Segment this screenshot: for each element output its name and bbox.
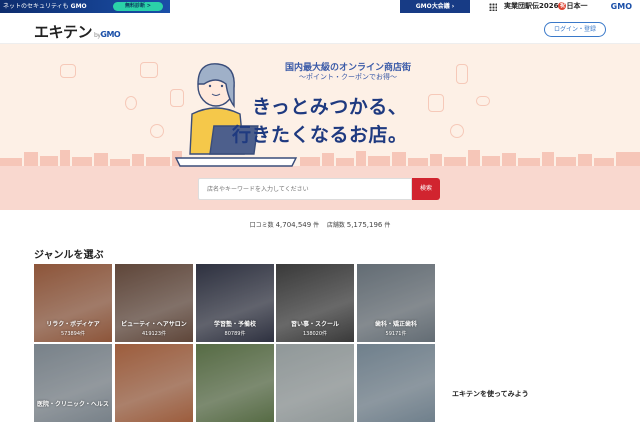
gmo-logo: GMO [70, 3, 87, 10]
genre-tile-clinic[interactable]: 医院・クリニック・ヘルス [34, 344, 112, 422]
search-bar: 検索 [198, 178, 442, 200]
bottle-doodle [456, 64, 468, 84]
genre-tile-living[interactable] [276, 344, 354, 422]
sidebar-title: エキテンを使ってみよう [452, 390, 529, 398]
genre-label: 医院・クリニック・ヘルス [37, 401, 109, 408]
genre-count: 573894件 [60, 331, 86, 337]
shirt-doodle [140, 62, 158, 78]
genre-label: 習い事・スクール [290, 321, 339, 328]
hero-catchcopy-line2: 行きたくなるお店。 [232, 124, 408, 146]
reviews-count-value: 4,704,549 [275, 221, 312, 229]
genre-count: 419123件 [141, 331, 167, 337]
genre-tile-dental[interactable]: 歯科・矯正歯科 59171件 [357, 264, 435, 342]
genre-tile-leisure[interactable] [196, 344, 274, 422]
scissors-doodle [125, 96, 137, 110]
photo-shade [276, 344, 354, 422]
genre-tile-lessons-school[interactable]: 習い事・スクール 138020件 [276, 264, 354, 342]
search-input[interactable] [198, 178, 412, 200]
search-button[interactable]: 検索 [412, 178, 440, 200]
site-stats: 口コミ数 4,704,549 件 店舗数 5,175,196 件 [0, 220, 640, 229]
reviews-count-label: 口コミ数 [249, 222, 274, 229]
genre-section-title: ジャンルを選ぶ [34, 250, 104, 261]
shops-count-value: 5,175,196 [346, 221, 383, 229]
gmo-conference-link[interactable]: GMO大会議 › [400, 0, 470, 13]
reviews-count-unit: 件 [313, 222, 320, 229]
genre-label: ビューティ・ヘアサロン [121, 321, 187, 328]
photo-shade [34, 344, 112, 422]
hero-tagline: 〜ポイント・クーポンでお得〜 [299, 73, 397, 81]
pill-doodle [476, 96, 490, 106]
shops-count-unit: 件 [384, 222, 391, 229]
hero-catchcopy-line1: きっとみつかる、 [252, 96, 408, 118]
genre-count: 59171件 [385, 331, 407, 337]
photo-shade [115, 344, 193, 422]
town-skyline-illustration [0, 150, 640, 168]
photo-shade [196, 344, 274, 422]
shops-count-label: 店舗数 [326, 222, 345, 229]
genre-label: 歯科・矯正歯科 [374, 321, 417, 328]
site-logo[interactable]: エキテン byGMO [34, 21, 121, 42]
tooth-doodle [150, 124, 164, 138]
bag-doodle [428, 94, 444, 112]
top-ad-strip: ネットのセキュリティも GMO 無料診断 > GMO大会議 › 実業団駅伝2026… [0, 0, 640, 14]
gift-doodle [60, 64, 76, 78]
photo-shade [357, 344, 435, 422]
login-register-button[interactable]: ログイン・登録 [544, 22, 606, 37]
genre-count: 80789件 [224, 331, 246, 337]
tooth-doodle-right [450, 124, 464, 138]
free-diagnosis-button[interactable]: 無料診断 > [113, 2, 163, 11]
genre-count: 138020件 [302, 331, 328, 337]
genre-tile-cram-school[interactable]: 学習塾・予備校 80789件 [196, 264, 274, 342]
ekiden-ad-banner[interactable]: 実業団駅伝2026祝 日本一 GMO [486, 0, 640, 13]
security-ad-text: ネットのセキュリティも [3, 3, 69, 10]
genre-label: 学習塾・予備校 [213, 321, 256, 328]
security-ad-banner[interactable]: ネットのセキュリティも GMO 無料診断 > [0, 0, 170, 13]
ekiden-ad-text: 実業団駅伝2026祝 日本一 [504, 2, 588, 10]
gmo-logo-right: GMO [610, 2, 632, 11]
grid-menu-icon[interactable] [489, 3, 497, 11]
genre-label: リラク・ボディケア [46, 321, 100, 328]
genre-tile-relaxation[interactable]: リラク・ボディケア 573894件 [34, 264, 112, 342]
genre-tile-other[interactable] [357, 344, 435, 422]
genre-tile-beauty-salon[interactable]: ビューティ・ヘアサロン 419123件 [115, 264, 193, 342]
genre-tile-gourmet[interactable] [115, 344, 193, 422]
